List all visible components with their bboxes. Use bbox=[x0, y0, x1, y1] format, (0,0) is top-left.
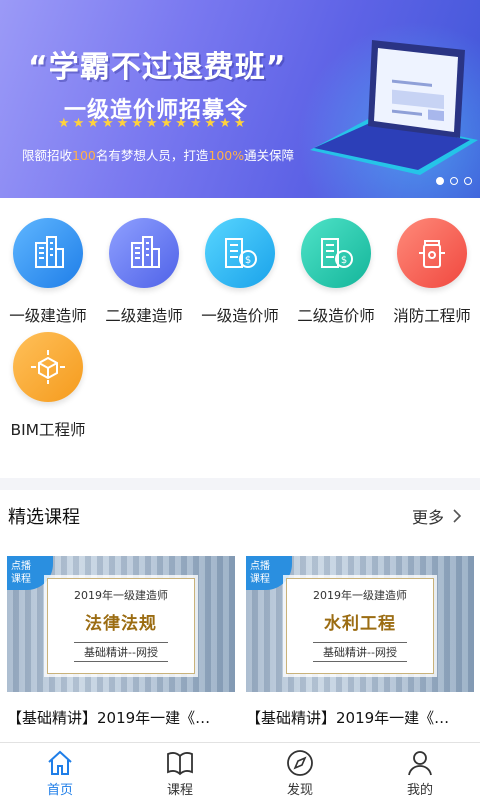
category-erjian[interactable]: 二级建造师 bbox=[96, 218, 192, 326]
building-icon bbox=[109, 218, 179, 288]
category-label: 一级造价师 bbox=[201, 307, 279, 325]
tab-label: 课程 bbox=[166, 783, 193, 798]
category-xiaofang[interactable]: 消防工程师 bbox=[384, 218, 480, 326]
tab-home[interactable]: 首页 bbox=[0, 743, 120, 800]
laptop-illustration bbox=[310, 40, 478, 175]
course-card[interactable]: 点播 课程 2019年一级建造师 法律法规 基础精讲--网授 【基础精讲】2019… bbox=[7, 556, 235, 728]
featured-courses: 精选课程 更多 点播 课程 2019年一级建造师 法律法规 基础精讲--网授 【基… bbox=[0, 490, 480, 742]
category-label: 二级建造师 bbox=[105, 307, 183, 325]
thumbnail-card: 2019年一级建造师 水利工程 基础精讲--网授 bbox=[286, 578, 434, 674]
carousel-dot[interactable] bbox=[450, 177, 458, 185]
course-tag: 基础精讲--网授 bbox=[74, 642, 168, 662]
banner-stars: ★★★★★★★★★★★★★ bbox=[58, 116, 249, 131]
carousel-indicator[interactable] bbox=[436, 177, 472, 185]
carousel-dot[interactable] bbox=[464, 177, 472, 185]
tagline-num1: 100 bbox=[72, 148, 96, 163]
category-label: BIM工程师 bbox=[10, 421, 86, 439]
carousel-dot[interactable] bbox=[436, 177, 444, 185]
thumbnail-card: 2019年一级建造师 法律法规 基础精讲--网授 bbox=[47, 578, 195, 674]
tab-label: 发现 bbox=[286, 783, 313, 798]
course-thumbnail: 点播 课程 2019年一级建造师 水利工程 基础精讲--网授 bbox=[246, 556, 474, 692]
badge-line: 点播 bbox=[11, 561, 31, 572]
chevron-right-icon bbox=[453, 509, 462, 523]
category-label: 二级造价师 bbox=[297, 307, 375, 325]
section-title: 精选课程 bbox=[8, 507, 80, 528]
building-icon bbox=[13, 218, 83, 288]
tagline-num2: 100% bbox=[208, 148, 245, 163]
category-yijian[interactable]: 一级建造师 bbox=[0, 218, 96, 326]
tab-mine[interactable]: 我的 bbox=[360, 743, 480, 800]
book-icon bbox=[167, 752, 193, 776]
course-subject: 法律法规 bbox=[85, 614, 157, 634]
course-thumbnail: 点播 课程 2019年一级建造师 法律法规 基础精讲--网授 bbox=[7, 556, 235, 692]
tagline-mid: 名有梦想人员，打造 bbox=[95, 148, 209, 163]
tab-label: 我的 bbox=[406, 783, 433, 798]
category-label: 消防工程师 bbox=[393, 307, 471, 325]
compass-icon bbox=[287, 750, 313, 776]
course-series: 2019年一级建造师 bbox=[74, 589, 168, 602]
tagline-post: 通关保障 bbox=[244, 148, 295, 163]
promo-banner[interactable]: “学霸不过退费班” 一级造价师招募令 ★★★★★★★★★★★★★ 限额招收100… bbox=[0, 0, 480, 198]
course-tag: 基础精讲--网授 bbox=[313, 642, 407, 662]
category-yizao[interactable]: $ 一级造价师 bbox=[192, 218, 288, 326]
home-icon bbox=[48, 750, 72, 775]
tab-discover[interactable]: 发现 bbox=[240, 743, 360, 800]
tagline-pre: 限额招收 bbox=[22, 148, 73, 163]
more-link[interactable]: 更多 bbox=[412, 504, 462, 528]
category-grid: 一级建造师 二级建造师 $ 一级造价师 $ 二级造价师 消防工程师 BIM工程师 bbox=[0, 198, 480, 478]
building-coin-icon: $ bbox=[205, 218, 275, 288]
course-title: 【基础精讲】2019年一建《… bbox=[7, 709, 211, 727]
course-subject: 水利工程 bbox=[324, 614, 396, 634]
category-erzao[interactable]: $ 二级造价师 bbox=[288, 218, 384, 326]
badge-line: 点播 bbox=[250, 561, 270, 572]
svg-text:$: $ bbox=[341, 255, 347, 266]
cube-icon bbox=[13, 332, 83, 402]
category-label: 一级建造师 bbox=[9, 307, 87, 325]
course-series: 2019年一级建造师 bbox=[313, 589, 407, 602]
bottom-tab-bar: 首页 课程 发现 我的 bbox=[0, 742, 480, 800]
tab-courses[interactable]: 课程 bbox=[120, 743, 240, 800]
building-coin-icon: $ bbox=[301, 218, 371, 288]
svg-text:$: $ bbox=[245, 255, 251, 266]
course-card[interactable]: 点播 课程 2019年一级建造师 水利工程 基础精讲--网授 【基础精讲】2019… bbox=[246, 556, 474, 728]
hydrant-icon bbox=[397, 218, 467, 288]
course-title: 【基础精讲】2019年一建《… bbox=[246, 709, 450, 727]
app-screen: “学霸不过退费班” 一级造价师招募令 ★★★★★★★★★★★★★ 限额招收100… bbox=[0, 0, 480, 800]
category-bim[interactable]: BIM工程师 bbox=[0, 332, 96, 440]
user-icon bbox=[408, 751, 432, 776]
banner-title: “学霸不过退费班” bbox=[28, 50, 287, 85]
banner-tagline: 限额招收100名有梦想人员，打造100%通关保障 bbox=[22, 145, 294, 164]
tab-label: 首页 bbox=[46, 783, 73, 798]
more-label: 更多 bbox=[411, 508, 444, 527]
